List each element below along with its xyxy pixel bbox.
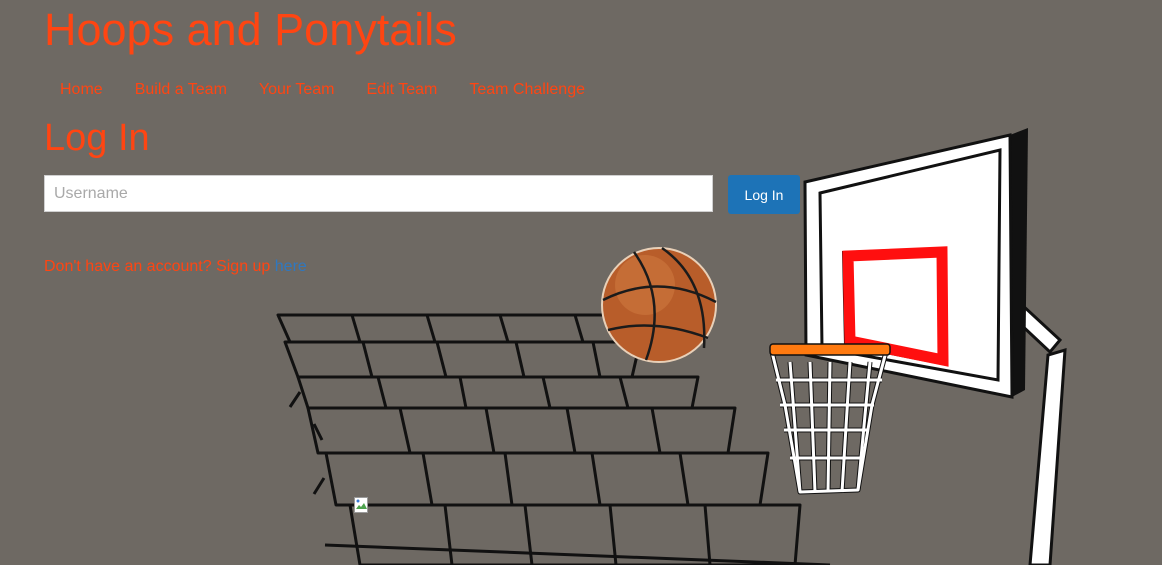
signup-prompt-text: Don't have an account? Sign up: [44, 258, 275, 275]
broken-image-icon: [354, 497, 368, 513]
bleachers-illustration: [276, 313, 831, 565]
signup-link[interactable]: here: [275, 258, 307, 275]
basketball-court-illustration: [276, 128, 1067, 565]
username-input[interactable]: [44, 175, 713, 212]
page-heading: Log In: [44, 117, 150, 159]
basketball-hoop-illustration: [769, 128, 1067, 565]
basketball-icon: [601, 246, 717, 363]
login-button[interactable]: Log In: [728, 175, 800, 214]
signup-prompt: Don't have an account? Sign up here: [44, 258, 307, 276]
